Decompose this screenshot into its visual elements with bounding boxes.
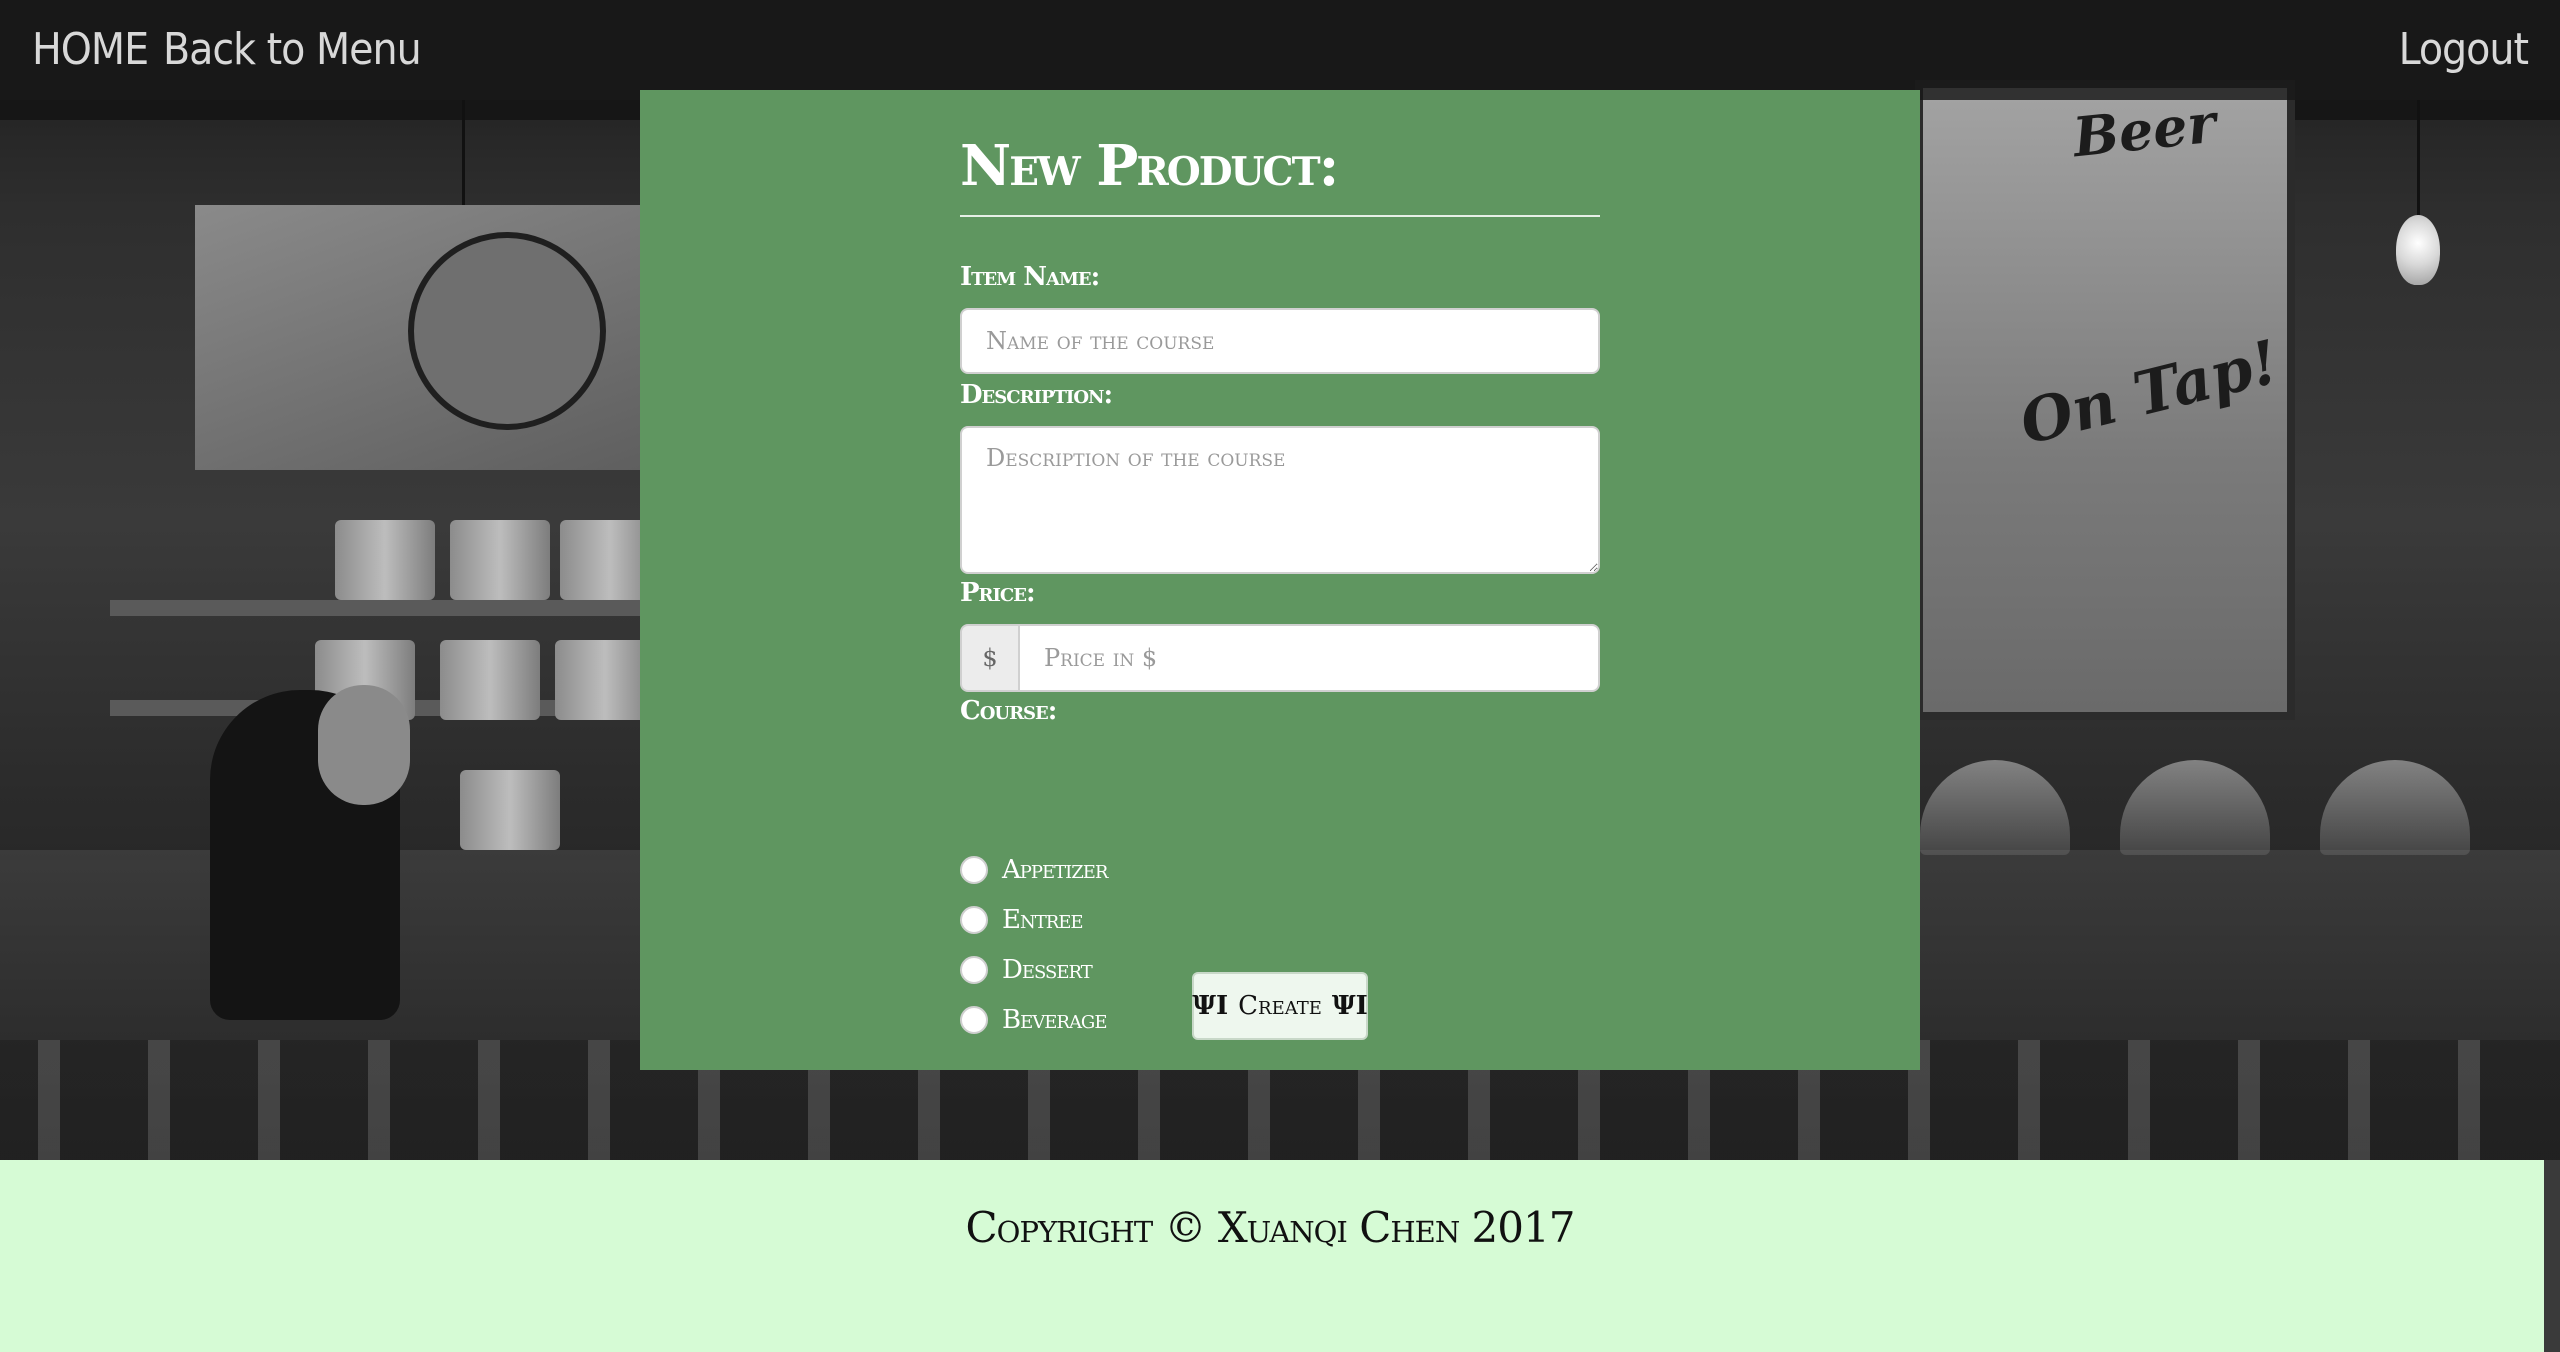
item-name-input[interactable] bbox=[960, 308, 1600, 374]
price-currency-addon: $ bbox=[960, 624, 1020, 692]
cake-dome bbox=[2120, 760, 2270, 855]
tin-can bbox=[335, 520, 435, 600]
nav-back-to-menu-link[interactable]: Back to Menu bbox=[163, 22, 422, 78]
radio-button[interactable] bbox=[960, 906, 988, 934]
course-option-label: Entree bbox=[1002, 905, 1084, 935]
scrollbar[interactable] bbox=[2544, 1160, 2560, 1352]
course-option-appetizer[interactable]: Appetizer bbox=[960, 852, 1108, 888]
cake-dome bbox=[2320, 760, 2470, 855]
item-name-label: Item Name: bbox=[960, 262, 1100, 292]
course-option-label: Dessert bbox=[1002, 955, 1093, 985]
poster-text-middle: On Tap! bbox=[2013, 327, 2286, 459]
tin-can bbox=[460, 770, 560, 850]
light-bulb bbox=[2396, 215, 2440, 285]
radio-button[interactable] bbox=[960, 1006, 988, 1034]
barista-head bbox=[318, 685, 410, 805]
page-footer: Copyright © Xuanqi Chen 2017 bbox=[0, 1160, 2560, 1352]
shelf bbox=[110, 600, 670, 616]
course-option-label: Beverage bbox=[1002, 1005, 1107, 1035]
lamp-cord bbox=[2417, 100, 2420, 220]
cutlery-icon: ΨΙ bbox=[1192, 991, 1229, 1021]
create-button-label: Create bbox=[1238, 991, 1322, 1021]
create-button[interactable]: ΨΙ Create ΨΙ bbox=[1192, 972, 1368, 1040]
radio-button[interactable] bbox=[960, 856, 988, 884]
price-input[interactable] bbox=[1018, 624, 1600, 692]
nav-logout-link[interactable]: Logout bbox=[2399, 22, 2529, 78]
cake-dome bbox=[1920, 760, 2070, 855]
cutlery-icon: ΨΙ bbox=[1331, 991, 1368, 1021]
price-label: Price: bbox=[960, 578, 1036, 608]
top-navbar: HOME Back to Menu Logout bbox=[0, 0, 2560, 100]
form-title: New Product: bbox=[960, 133, 1339, 199]
course-option-entree[interactable]: Entree bbox=[960, 902, 1084, 938]
radio-button[interactable] bbox=[960, 956, 988, 984]
tin-can bbox=[450, 520, 550, 600]
tin-can bbox=[440, 640, 540, 720]
course-label: Course: bbox=[960, 696, 1057, 726]
description-label: Description: bbox=[960, 380, 1113, 410]
copyright-text: Copyright © Xuanqi Chen 2017 bbox=[965, 1203, 1576, 1252]
course-option-dessert[interactable]: Dessert bbox=[960, 952, 1093, 988]
description-textarea[interactable] bbox=[960, 426, 1600, 574]
price-input-group: $ bbox=[960, 624, 1600, 692]
beer-poster: Beer On Tap! bbox=[1915, 80, 2295, 720]
new-product-form: New Product: Item Name: Description: Pri… bbox=[960, 90, 1600, 1070]
title-divider bbox=[960, 215, 1600, 217]
new-product-panel: New Product: Item Name: Description: Pri… bbox=[640, 90, 1920, 1070]
lamp-cord bbox=[462, 100, 465, 220]
nav-home-link[interactable]: HOME bbox=[32, 22, 149, 78]
poster-text-top: Beer bbox=[2070, 90, 2219, 170]
course-option-beverage[interactable]: Beverage bbox=[960, 1002, 1107, 1038]
course-option-label: Appetizer bbox=[1002, 855, 1108, 885]
cafe-logo bbox=[408, 232, 606, 430]
